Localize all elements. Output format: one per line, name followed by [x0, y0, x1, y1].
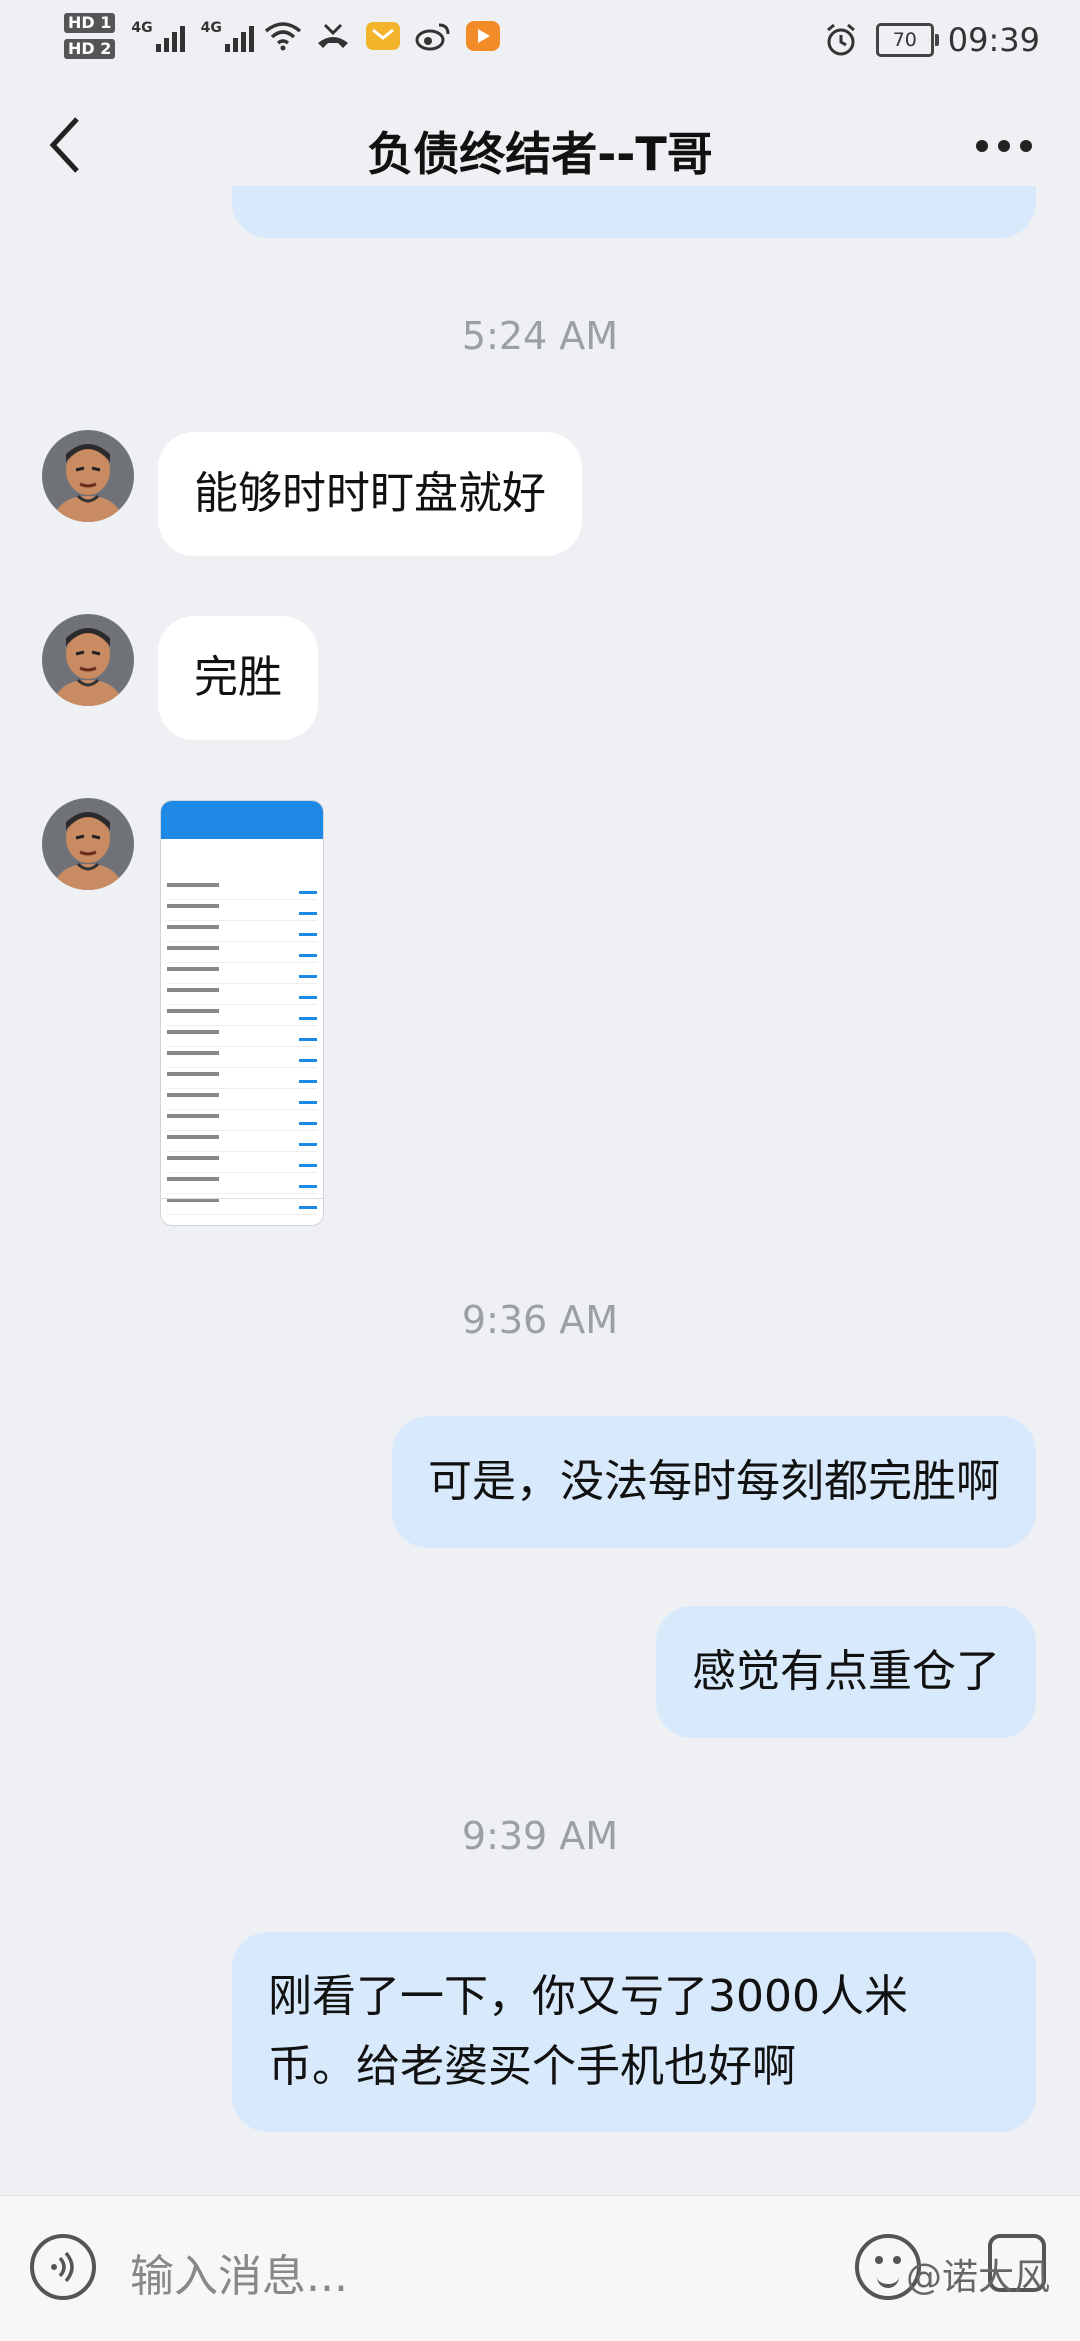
mail-notification-icon — [362, 15, 404, 57]
more-dot-icon — [998, 140, 1010, 152]
more-dot-icon — [1020, 140, 1032, 152]
status-bar: HD 1 HD 2 4G 4G 70 09:39 — [0, 0, 1080, 80]
incoming-message-bubble[interactable]: 能够时时盯盘就好 — [158, 432, 582, 556]
voice-input-button[interactable] — [30, 2234, 96, 2300]
message-input[interactable]: 输入消息... — [130, 2240, 348, 2304]
chat-title: 负债终结者--T哥 — [367, 127, 713, 181]
hd1-badge: HD 1 — [64, 13, 116, 33]
watermark: @诺大风 — [905, 2257, 1050, 2298]
avatar-image — [42, 430, 134, 522]
voice-icon — [51, 2251, 74, 2283]
image-message-thumbnail[interactable] — [160, 800, 324, 1226]
hd-indicators: HD 1 HD 2 — [64, 13, 116, 59]
signal-icon: 4G — [201, 20, 254, 52]
more-options-button[interactable] — [964, 116, 1044, 176]
battery-icon: 70 — [875, 23, 939, 57]
outgoing-message-bubble[interactable]: 感觉有点重仓了 — [656, 1606, 1036, 1738]
timestamp: 9:39 AM — [461, 1814, 619, 1858]
alarm-icon — [820, 19, 862, 61]
message-line: 刚看了一下，你又亏了3000人米 — [268, 1971, 908, 2022]
previous-message-bubble[interactable] — [232, 186, 1036, 238]
status-bar-right: 70 09:39 — [820, 10, 1040, 70]
avatar-image — [42, 614, 134, 706]
message-input-bar: 输入消息... @诺大风 — [0, 2195, 1080, 2341]
timestamp: 5:24 AM — [461, 314, 619, 358]
thumbnail-header — [161, 801, 323, 839]
more-dot-icon — [976, 140, 988, 152]
timestamp: 9:36 AM — [461, 1298, 619, 1342]
network-label-1: 4G — [131, 20, 153, 36]
weibo-icon — [412, 15, 454, 57]
message-line: 币。给老婆买个手机也好啊 — [268, 2041, 796, 2092]
wifi-icon — [262, 15, 304, 57]
missed-call-icon — [312, 15, 354, 57]
status-clock: 09:39 — [947, 21, 1040, 59]
outgoing-message-bubble[interactable]: 刚看了一下，你又亏了3000人米 币。给老婆买个手机也好啊 — [232, 1932, 1036, 2132]
thumbnail-footer — [161, 1198, 323, 1225]
avatar[interactable] — [42, 614, 134, 706]
signal-icon: 4G — [131, 20, 185, 52]
incoming-message-bubble[interactable]: 完胜 — [158, 616, 318, 740]
hd2-badge: HD 2 — [64, 39, 116, 59]
network-label-2: 4G — [200, 20, 222, 36]
avatar-image — [42, 798, 134, 890]
status-bar-left: HD 1 HD 2 4G 4G — [64, 6, 504, 66]
outgoing-message-bubble[interactable]: 可是，没法每时每刻都完胜啊 — [392, 1416, 1036, 1548]
avatar[interactable] — [42, 430, 134, 522]
video-app-icon — [462, 15, 504, 57]
avatar[interactable] — [42, 798, 134, 890]
